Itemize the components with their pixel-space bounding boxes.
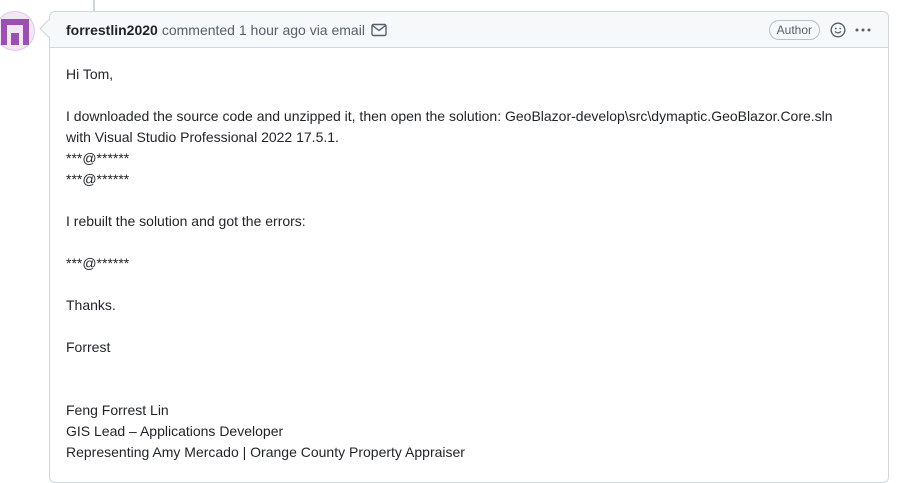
more-options-button[interactable] [854, 22, 872, 38]
comment-header: forrestlin2020 commented 1 hour ago via … [50, 12, 888, 48]
comment-box: forrestlin2020 commented 1 hour ago via … [49, 11, 889, 483]
add-reaction-button[interactable] [830, 21, 846, 38]
body-line-3: I rebuilt the solution and got the error… [66, 213, 306, 229]
identicon-icon [1, 19, 29, 45]
redacted-email-1: ***@****** [66, 150, 130, 166]
avatar[interactable] [0, 11, 35, 51]
greeting-text: Hi Tom, [66, 66, 114, 82]
signature-name: Feng Forrest Lin [66, 402, 169, 418]
signoff-text: Forrest [66, 339, 111, 355]
kebab-horizontal-icon [855, 28, 871, 31]
signature-title: GIS Lead – Applications Developer [66, 423, 284, 439]
comment-meta[interactable]: commented 1 hour ago via email [162, 22, 365, 38]
body-line-2: with Visual Studio Professional 2022 17.… [66, 129, 339, 145]
mail-icon [371, 23, 387, 37]
redacted-email-2: ***@****** [66, 171, 130, 187]
author-link[interactable]: forrestlin2020 [66, 22, 158, 38]
body-line-1: I downloaded the source code and unzippe… [66, 108, 833, 124]
signature-org: Representing Amy Mercado | Orange County… [66, 444, 465, 460]
comment-body: Hi Tom, I downloaded the source code and… [50, 48, 888, 479]
author-badge: Author [768, 19, 820, 40]
smiley-icon [830, 21, 846, 38]
thanks-text: Thanks. [66, 297, 116, 313]
redacted-email-3: ***@****** [66, 255, 130, 271]
